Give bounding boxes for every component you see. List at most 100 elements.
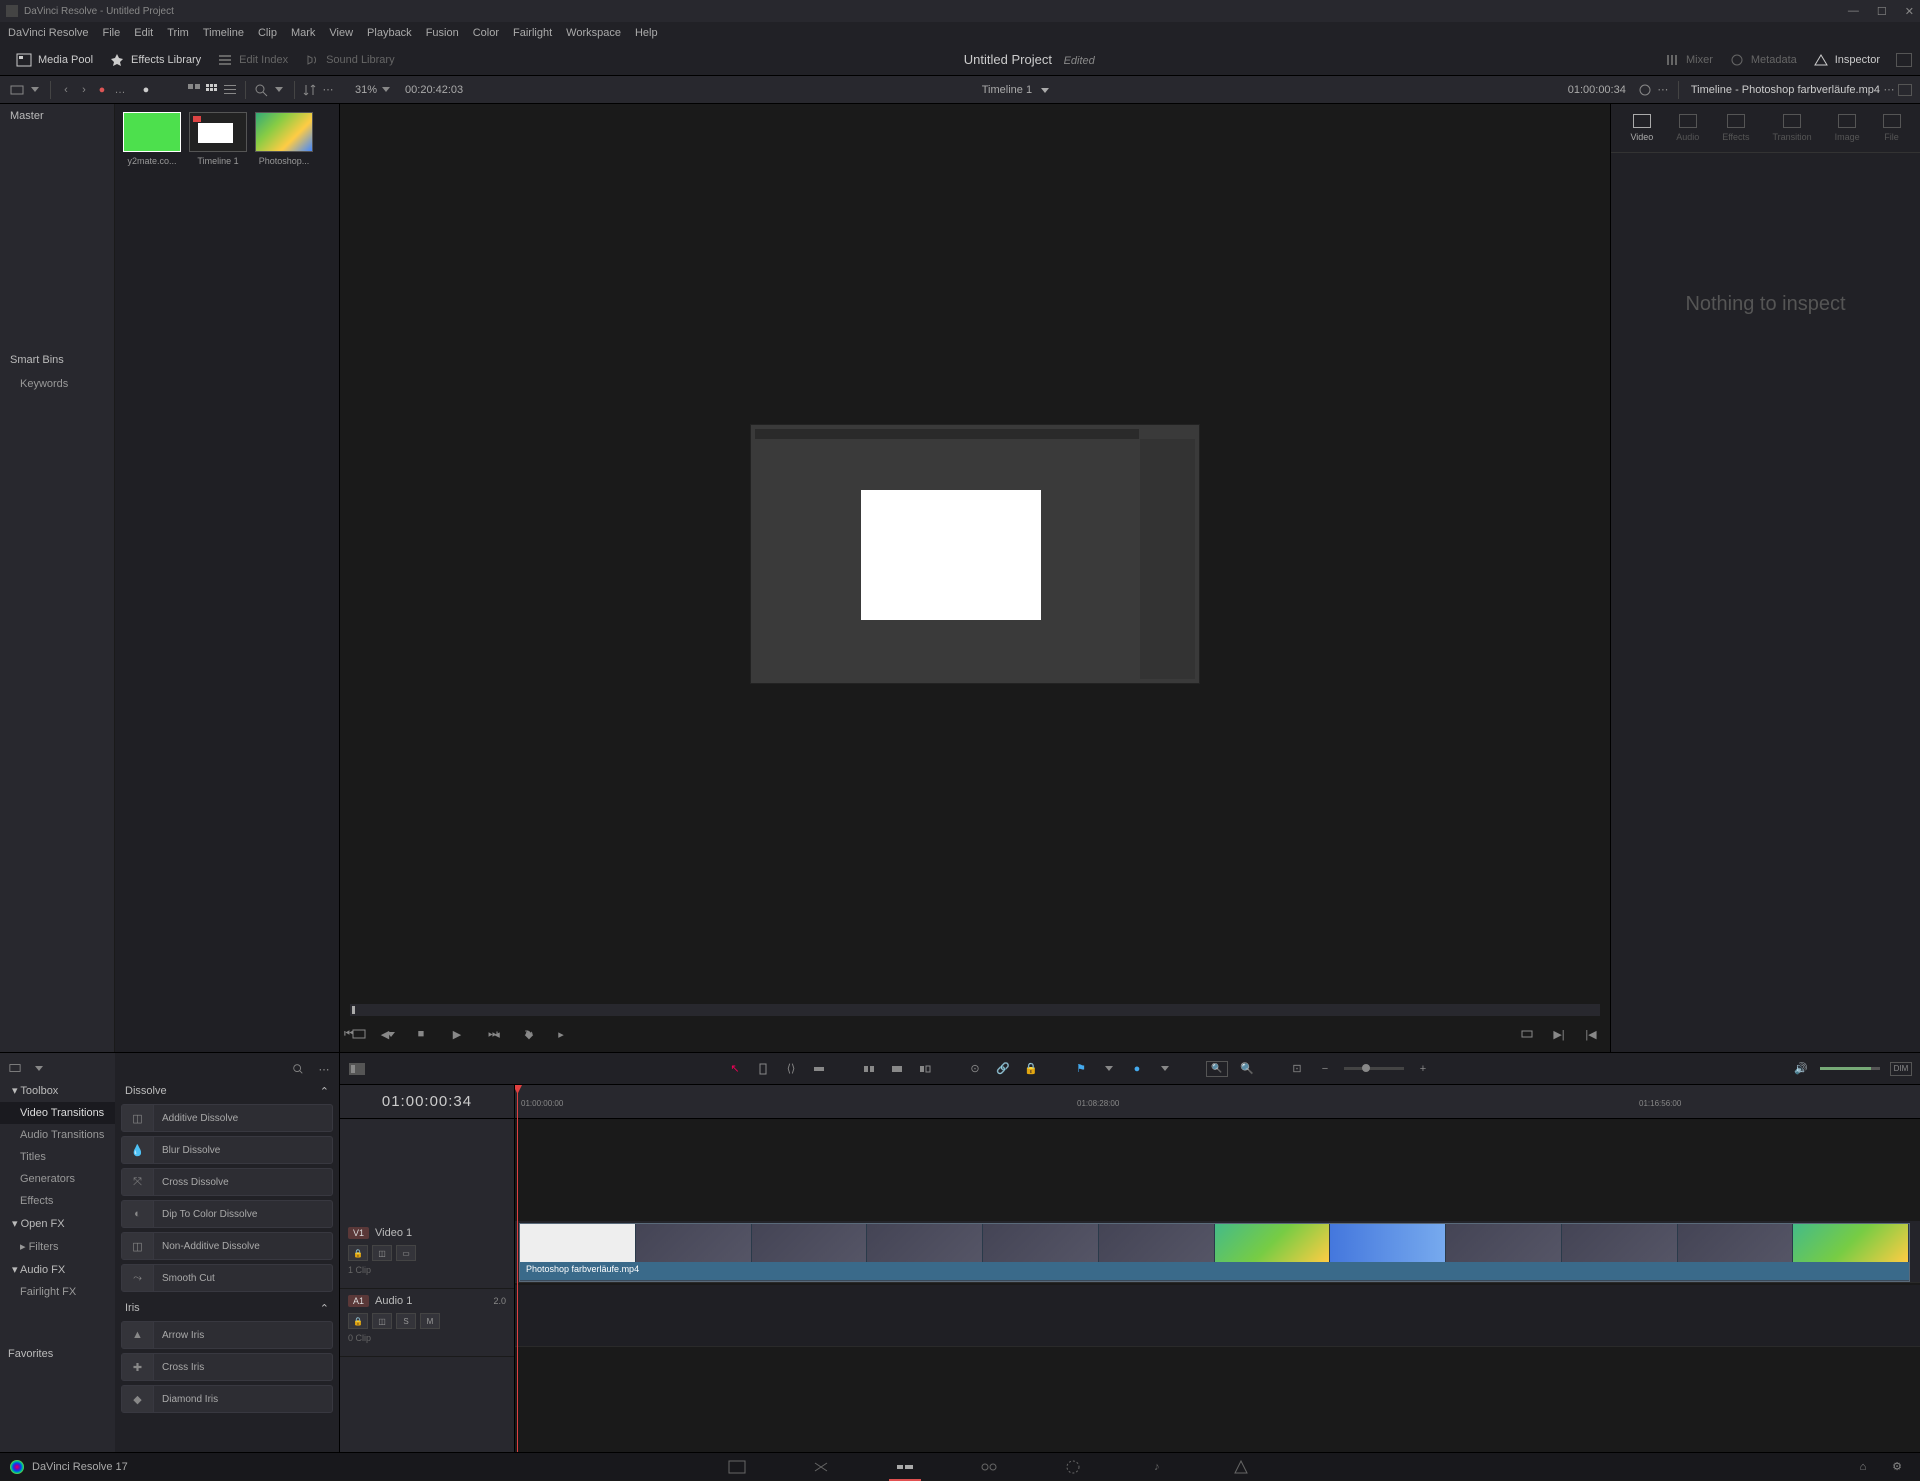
metadata-toggle[interactable]: Metadata — [1721, 49, 1805, 71]
more-icon[interactable]: ⋯ — [319, 81, 337, 99]
inspector-tab-effects[interactable]: Effects — [1722, 114, 1749, 142]
volume-slider[interactable] — [1820, 1067, 1880, 1070]
dynamic-trim-icon[interactable]: ⟨⟩ — [782, 1060, 800, 1078]
fairlight-fx[interactable]: Fairlight FX — [0, 1281, 115, 1303]
minimize-button[interactable]: — — [1848, 5, 1859, 18]
menu-playback[interactable]: Playback — [367, 27, 412, 39]
replace-icon[interactable] — [916, 1060, 934, 1078]
expand-icon[interactable] — [1896, 53, 1912, 67]
search-icon[interactable] — [252, 81, 270, 99]
timeline-tracks[interactable]: 01:00:00:00 01:08:28:00 01:16:56:00 — [515, 1085, 1920, 1452]
menu-workspace[interactable]: Workspace — [566, 27, 621, 39]
inspector-toggle[interactable]: Inspector — [1805, 49, 1888, 71]
iris-group[interactable]: Iris⌃ — [121, 1296, 333, 1321]
disable-track-icon[interactable]: ▭ — [396, 1245, 416, 1261]
timeline-name[interactable]: Timeline 1 — [982, 84, 1032, 96]
pool-view-icon[interactable] — [8, 81, 26, 99]
nav-fwd-icon[interactable]: › — [75, 81, 93, 99]
snap-icon[interactable]: ⊙ — [966, 1060, 984, 1078]
inspector-tab-transition[interactable]: Transition — [1772, 114, 1811, 142]
viewer-mode-icon[interactable] — [350, 1025, 368, 1043]
lock-track-icon[interactable]: 🔒 — [348, 1245, 368, 1261]
chevron-down-icon[interactable] — [30, 1059, 48, 1077]
search-icon[interactable] — [289, 1060, 307, 1078]
dissolve-group[interactable]: Dissolve⌃ — [121, 1079, 333, 1104]
trim-tool-icon[interactable] — [754, 1060, 772, 1078]
menu-view[interactable]: View — [329, 27, 353, 39]
chevron-down-icon[interactable] — [1100, 1060, 1118, 1078]
menu-timeline[interactable]: Timeline — [203, 27, 244, 39]
overwrite-icon[interactable] — [888, 1060, 906, 1078]
generators[interactable]: Generators — [0, 1168, 115, 1190]
fx-non-additive[interactable]: ◫Non-Additive Dissolve — [121, 1232, 333, 1260]
marker-icon[interactable]: ● — [1128, 1060, 1146, 1078]
menu-color[interactable]: Color — [473, 27, 499, 39]
master-bin[interactable]: Master — [0, 104, 114, 128]
expand-inspector-icon[interactable] — [1898, 84, 1912, 96]
inspector-tab-image[interactable]: Image — [1835, 114, 1860, 142]
clip-thumb[interactable]: Timeline 1 — [189, 112, 247, 166]
audio-transitions[interactable]: Audio Transitions — [0, 1124, 115, 1146]
deliver-page[interactable] — [1229, 1457, 1253, 1477]
settings-icon[interactable]: ⚙ — [1888, 1458, 1906, 1476]
keywords-bin[interactable]: Keywords — [0, 372, 114, 396]
volume-icon[interactable]: 🔊 — [1792, 1060, 1810, 1078]
fx-diamond-iris[interactable]: ◆Diamond Iris — [121, 1385, 333, 1413]
options-icon[interactable]: … — [111, 81, 129, 99]
blade-tool-icon[interactable] — [810, 1060, 828, 1078]
edit-page[interactable] — [893, 1457, 917, 1477]
openfx-group[interactable]: ▾ Open FX — [0, 1212, 115, 1235]
match-frame-icon[interactable] — [1518, 1025, 1536, 1043]
grid-view-icon[interactable] — [203, 81, 221, 99]
playhead[interactable] — [517, 1085, 518, 1452]
more-icon[interactable]: ⋯ — [1880, 81, 1898, 99]
zoom-percent[interactable]: 31% — [355, 84, 377, 96]
fx-additive-dissolve[interactable]: ◫Additive Dissolve — [121, 1104, 333, 1132]
more-icon[interactable]: ⋯ — [1654, 81, 1672, 99]
menu-fusion[interactable]: Fusion — [426, 27, 459, 39]
fx-smooth-cut[interactable]: ⤳Smooth Cut — [121, 1264, 333, 1292]
lock-icon[interactable]: 🔒 — [1022, 1060, 1040, 1078]
fusion-page[interactable] — [977, 1457, 1001, 1477]
effects-library-toggle[interactable]: Effects Library — [101, 49, 209, 71]
fx-blur-dissolve[interactable]: 💧Blur Dissolve — [121, 1136, 333, 1164]
menu-fairlight[interactable]: Fairlight — [513, 27, 552, 39]
filters[interactable]: ▸ Filters — [0, 1235, 115, 1258]
sound-library-toggle[interactable]: Sound Library — [296, 49, 403, 71]
menu-app[interactable]: DaVinci Resolve — [8, 27, 89, 39]
scrub-bar[interactable] — [350, 1004, 1600, 1016]
fx-cross-iris[interactable]: ✚Cross Iris — [121, 1353, 333, 1381]
audiofx-group[interactable]: ▾ Audio FX — [0, 1258, 115, 1281]
chevron-down-icon[interactable] — [1156, 1060, 1174, 1078]
media-page[interactable] — [725, 1457, 749, 1477]
fx-cross-dissolve[interactable]: ⤧Cross Dissolve — [121, 1168, 333, 1196]
nav-back-icon[interactable]: ‹ — [57, 81, 75, 99]
zoom-icon[interactable]: 🔍 — [1238, 1060, 1256, 1078]
zoom-out-icon[interactable]: − — [1316, 1060, 1334, 1078]
search-box-icon[interactable]: 🔍 — [1206, 1061, 1228, 1077]
insert-icon[interactable] — [860, 1060, 878, 1078]
smart-bins-header[interactable]: Smart Bins — [0, 348, 114, 372]
selection-tool-icon[interactable]: ↖ — [726, 1060, 744, 1078]
titles[interactable]: Titles — [0, 1146, 115, 1168]
video-track-lane[interactable]: Photoshop farbverläufe.mp4 — [515, 1221, 1920, 1283]
close-button[interactable]: ✕ — [1905, 5, 1914, 18]
next-edit-icon[interactable]: ▶| — [1550, 1025, 1568, 1043]
chevron-down-icon[interactable] — [270, 81, 288, 99]
clip-thumb[interactable]: Photoshop... — [255, 112, 313, 166]
audio-track-lane[interactable] — [515, 1285, 1920, 1347]
inspector-tab-video[interactable]: Video — [1630, 114, 1653, 142]
v1-badge[interactable]: V1 — [348, 1227, 369, 1239]
clip-thumb[interactable]: y2mate.co... — [123, 112, 181, 166]
color-page[interactable] — [1061, 1457, 1085, 1477]
maximize-button[interactable]: ☐ — [1877, 5, 1887, 18]
menu-file[interactable]: File — [103, 27, 121, 39]
media-pool-toggle[interactable]: Media Pool — [8, 49, 101, 71]
bypass-icon[interactable] — [1636, 81, 1654, 99]
keyframe-icon[interactable]: ◆ — [520, 1025, 538, 1043]
viewer-frame[interactable] — [750, 424, 1200, 684]
auto-select-icon[interactable]: ◫ — [372, 1245, 392, 1261]
dim-button[interactable]: DIM — [1890, 1062, 1912, 1076]
flag-icon[interactable]: ⚑ — [1072, 1060, 1090, 1078]
solo-button[interactable]: S — [396, 1313, 416, 1329]
